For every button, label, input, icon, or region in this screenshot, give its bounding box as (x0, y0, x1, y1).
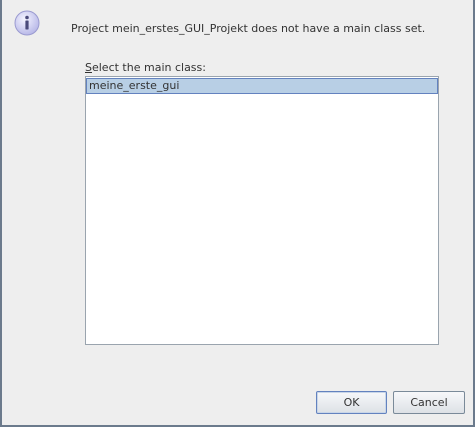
select-main-class-label: Select the main class: (85, 61, 206, 74)
select-label-mnemonic: S (85, 61, 92, 74)
info-icon (14, 10, 40, 36)
main-class-dialog: Project mein_erstes_GUI_Projekt does not… (0, 0, 475, 427)
ok-button[interactable]: OK (316, 391, 387, 414)
dialog-message: Project mein_erstes_GUI_Projekt does not… (71, 22, 426, 35)
main-class-list[interactable]: meine_erste_gui (85, 76, 439, 345)
list-item-meine-erste-gui[interactable]: meine_erste_gui (86, 78, 438, 94)
cancel-button[interactable]: Cancel (393, 391, 465, 414)
select-label-text: elect the main class: (91, 61, 206, 74)
